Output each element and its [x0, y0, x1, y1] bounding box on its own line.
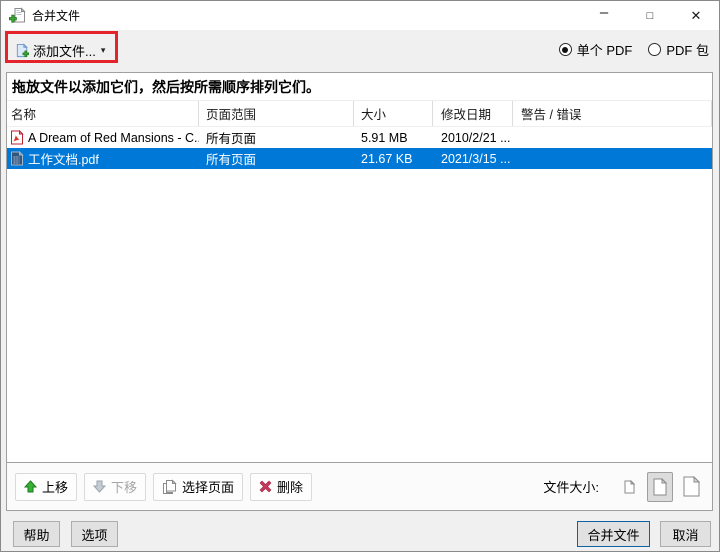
file-name: A Dream of Red Mansions - C...: [28, 131, 199, 145]
remove-x-icon: [259, 480, 272, 493]
combine-files-dialog: 合并文件 – □ ✕ 添加文件... ▾ 单个 PDF PDF 包: [0, 0, 720, 552]
dropdown-arrow-icon: ▾: [101, 45, 106, 56]
radio-pdf-portfolio[interactable]: PDF 包: [648, 40, 709, 59]
drop-hint-text: 拖放文件以添加它们，然后按所需顺序排列它们。: [7, 73, 712, 101]
file-size-medium-button[interactable]: [647, 472, 673, 502]
file-size-small-button[interactable]: [616, 472, 642, 502]
output-type-radios: 单个 PDF PDF 包: [559, 40, 709, 59]
column-header-warnings[interactable]: 警告 / 错误: [513, 101, 712, 126]
file-name: 工作文档.pdf: [28, 149, 99, 168]
close-button[interactable]: ✕: [673, 1, 719, 30]
window-title: 合并文件: [32, 7, 80, 24]
choose-pages-label: 选择页面: [182, 477, 234, 496]
move-up-label: 上移: [42, 477, 68, 496]
titlebar: 合并文件 – □ ✕: [1, 1, 719, 30]
large-page-icon: [683, 476, 700, 497]
move-down-label: 下移: [111, 477, 137, 496]
radio-pdf-portfolio-label: PDF 包: [666, 40, 709, 59]
down-arrow-icon: [93, 480, 106, 493]
combine-files-app-icon: [9, 7, 26, 24]
small-page-icon: [624, 480, 635, 494]
column-header-pages[interactable]: 页面范围: [199, 101, 354, 126]
file-size-label: 文件大小:: [543, 477, 599, 496]
add-files-label: 添加文件...: [33, 41, 96, 60]
column-header-modified[interactable]: 修改日期: [433, 101, 513, 126]
file-warnings: [513, 127, 712, 148]
file-page-range: 所有页面: [199, 127, 354, 148]
help-button[interactable]: 帮助: [13, 521, 60, 547]
options-button[interactable]: 选项: [71, 521, 118, 547]
add-file-icon: [15, 43, 30, 58]
file-size-selector: 文件大小:: [543, 472, 704, 502]
file-list-panel: 拖放文件以添加它们，然后按所需顺序排列它们。 名称 页面范围 大小 修改日期 警…: [6, 72, 713, 511]
radio-single-pdf[interactable]: 单个 PDF: [559, 40, 633, 59]
radio-single-pdf-label: 单个 PDF: [577, 40, 633, 59]
cancel-button[interactable]: 取消: [660, 521, 711, 547]
remove-button[interactable]: 删除: [250, 473, 312, 501]
move-up-button[interactable]: 上移: [15, 473, 77, 501]
pdf-file-icon: [9, 130, 24, 145]
toolbar: 添加文件... ▾ 单个 PDF PDF 包: [1, 30, 719, 72]
choose-pages-button[interactable]: 选择页面: [153, 473, 243, 501]
combine-files-button[interactable]: 合并文件: [577, 521, 650, 547]
file-size: 5.91 MB: [354, 127, 433, 148]
file-page-range: 所有页面: [199, 148, 354, 169]
table-row[interactable]: A Dream of Red Mansions - C... 所有页面 5.91…: [7, 127, 712, 148]
choose-pages-icon: [162, 479, 177, 494]
table-row-selected[interactable]: 工作文档.pdf 所有页面 21.67 KB 2021/3/15 ...: [7, 148, 712, 169]
column-header-name[interactable]: 名称: [7, 101, 199, 126]
file-size-large-button[interactable]: [678, 472, 704, 502]
table-header: 名称 页面范围 大小 修改日期 警告 / 错误: [7, 101, 712, 127]
add-files-button[interactable]: 添加文件... ▾: [11, 37, 109, 63]
file-modified-date: 2010/2/21 ...: [433, 127, 513, 148]
move-down-button[interactable]: 下移: [84, 473, 146, 501]
file-modified-date: 2021/3/15 ...: [433, 148, 513, 169]
file-warnings: [513, 148, 712, 169]
up-arrow-icon: [24, 480, 37, 493]
remove-label: 删除: [277, 477, 303, 496]
file-size: 21.67 KB: [354, 148, 433, 169]
radio-unselected-icon: [648, 43, 661, 56]
minimize-button[interactable]: –: [581, 1, 627, 30]
medium-page-icon: [653, 478, 667, 496]
radio-selected-icon: [559, 43, 572, 56]
column-header-size[interactable]: 大小: [354, 101, 433, 126]
maximize-button[interactable]: □: [627, 1, 673, 30]
panel-toolbar: 上移 下移 选择页面 删除: [7, 462, 712, 510]
doc-file-icon: [9, 151, 24, 166]
footer: 帮助 选项 合并文件 取消: [1, 511, 719, 551]
